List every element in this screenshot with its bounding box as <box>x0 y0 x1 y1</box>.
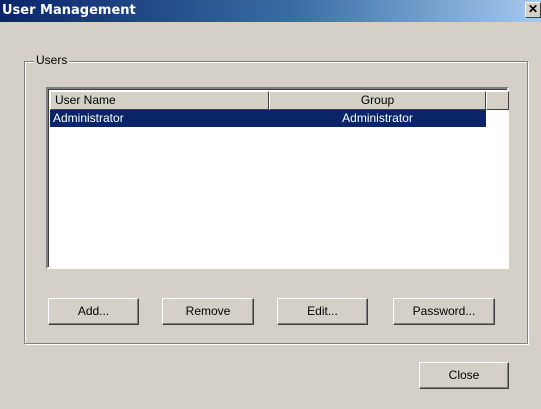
window-title: User Management <box>2 3 136 18</box>
remove-button[interactable]: Remove <box>162 298 254 325</box>
edit-button[interactable]: Edit... <box>277 298 368 325</box>
password-button[interactable]: Password... <box>393 298 495 325</box>
list-row[interactable]: Administrator Administrator <box>50 110 486 127</box>
close-button[interactable]: Close <box>419 362 509 389</box>
cell-group: Administrator <box>342 111 413 125</box>
users-group-label: Users <box>34 53 70 67</box>
column-header-group[interactable]: Group <box>269 91 486 110</box>
users-list[interactable]: User Name Group Administrator Administra… <box>46 87 509 269</box>
column-header-empty[interactable] <box>486 91 509 110</box>
cell-user-name: Administrator <box>53 111 124 125</box>
close-window-button[interactable]: ✕ <box>525 2 541 18</box>
add-button[interactable]: Add... <box>48 298 139 325</box>
column-header-user-name[interactable]: User Name <box>50 91 269 110</box>
list-rows: Administrator Administrator <box>50 110 486 127</box>
close-icon: ✕ <box>527 2 539 16</box>
title-bar[interactable]: User Management ✕ <box>0 0 541 22</box>
list-header: User Name Group <box>50 91 509 110</box>
